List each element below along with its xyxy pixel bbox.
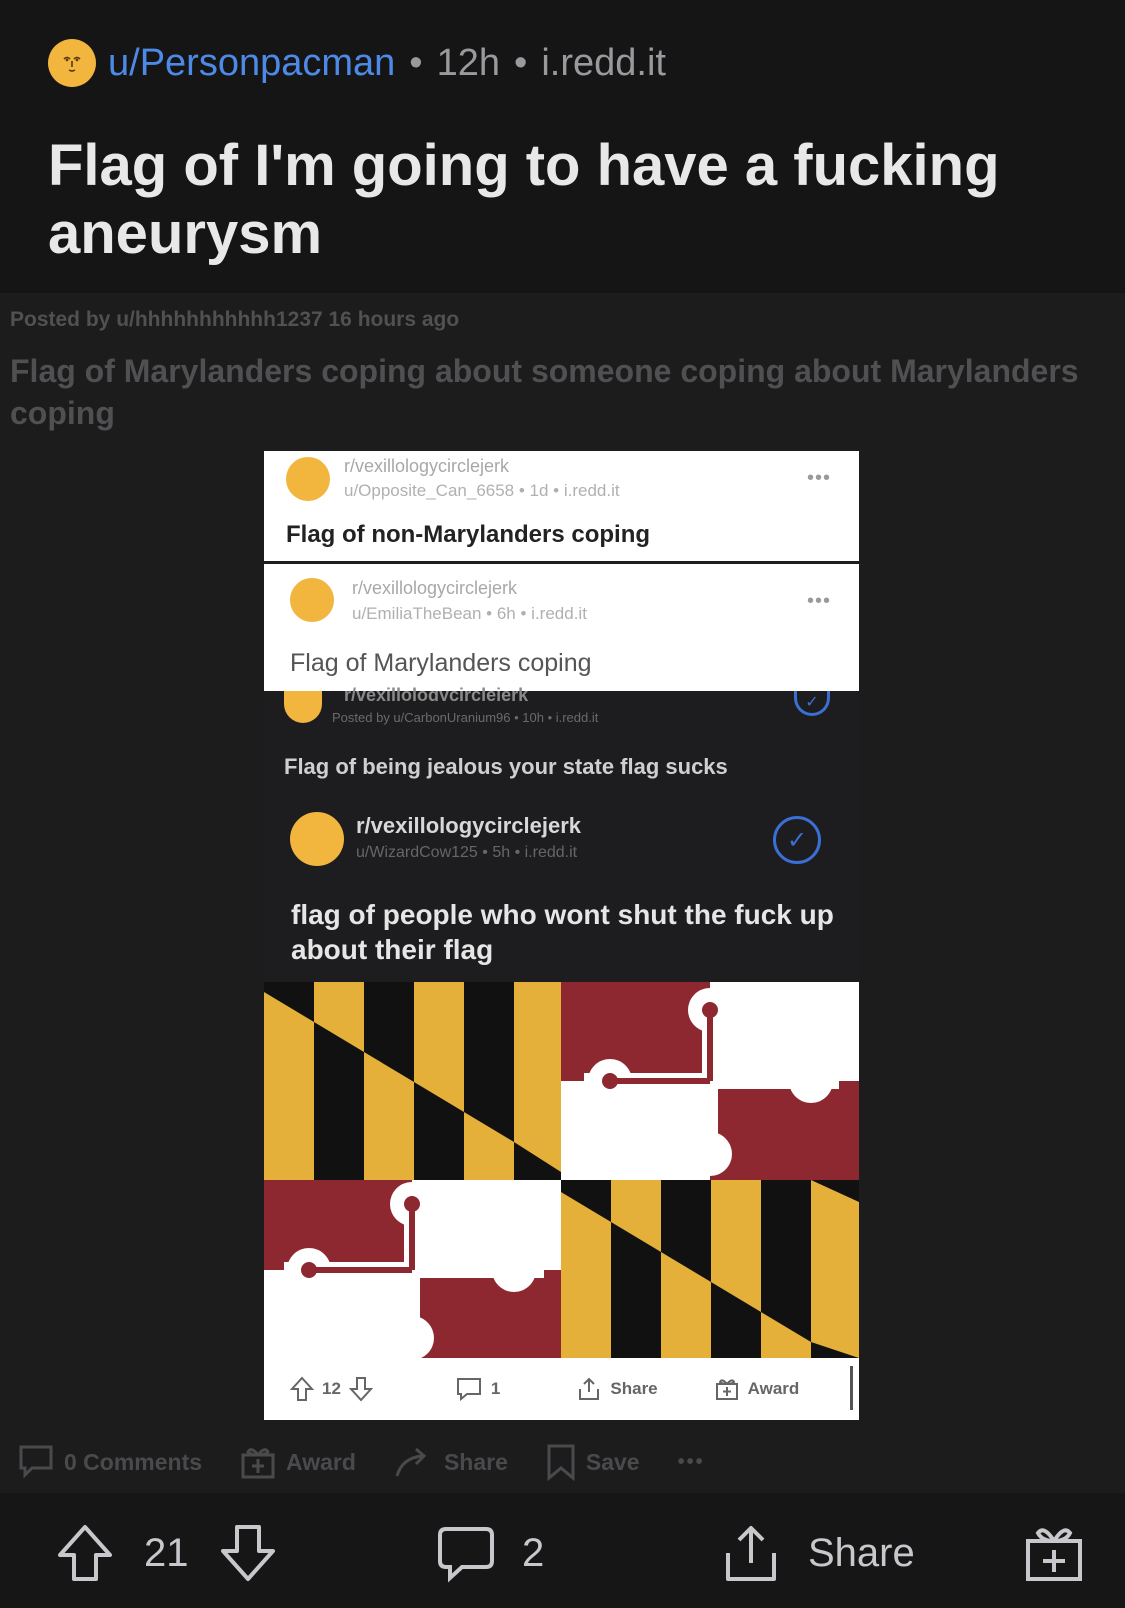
embedded-action-bar: 12 1 Share Award [264, 1358, 859, 1420]
subreddit-avatar [284, 691, 322, 723]
comment-icon [438, 1527, 494, 1583]
comments-label: 0 Comments [64, 1448, 203, 1475]
embedded-title: Flag of Marylanders coping [290, 649, 592, 677]
face-icon [63, 56, 81, 72]
embedded-vote-count: 12 [322, 1379, 341, 1398]
post-title: Flag of I'm going to have a fucking aneu… [48, 133, 1000, 266]
post-toolbar: 0 Comments Award Share Save ••• [18, 1437, 743, 1487]
separator-dot: • [409, 41, 423, 84]
comments-button[interactable]: 0 Comments [18, 1444, 202, 1480]
crosspost-title: Flag of Marylanders coping about someone… [10, 353, 1079, 431]
share-button[interactable]: Share [394, 1444, 508, 1480]
crosspost-byline: Posted by u/hhhhhhhhhhh1237 16 hours ago [10, 308, 460, 331]
separator-dot: • [514, 41, 528, 84]
post-domain-link[interactable]: i.redd.it [541, 42, 666, 85]
embedded-meta: u/WizardCow125 • 5h • i.redd.it [356, 844, 578, 861]
embedded-title: flag of people who wont shut the fuck up… [291, 899, 834, 965]
award-icon [715, 1379, 738, 1400]
downvote-icon[interactable] [219, 1523, 277, 1583]
post-meta-row: u/Personpacman • 12h • i.redd.it [48, 38, 666, 88]
share-action[interactable]: Share [722, 1521, 915, 1585]
award-label: Award [286, 1448, 356, 1475]
subreddit-avatar [290, 812, 344, 866]
award-button[interactable]: Award [240, 1444, 356, 1480]
downvote-icon [348, 1377, 373, 1402]
share-label: Share [808, 1530, 915, 1575]
embedded-meta: Posted by u/CarbonUranium96 • 10h • i.re… [332, 710, 599, 725]
award-action[interactable] [1024, 1521, 1084, 1585]
more-icon: ••• [806, 590, 831, 612]
comment-count: 2 [522, 1530, 545, 1575]
upvote-icon[interactable] [56, 1523, 114, 1583]
bookmark-icon [547, 1444, 575, 1481]
vote-control: 21 [56, 1521, 277, 1585]
embedded-subreddit: r/vexillologycirclejerk [344, 685, 529, 701]
share-icon [579, 1377, 600, 1400]
embedded-subreddit: r/vexillologycirclejerk [352, 578, 518, 598]
upvote-icon [290, 1376, 314, 1401]
share-arrow-icon [395, 1447, 427, 1477]
vote-count: 21 [144, 1530, 189, 1575]
more-options-button[interactable]: ••• [678, 1451, 705, 1474]
embedded-title: Flag of being jealous your state flag su… [284, 754, 728, 779]
gift-icon [1026, 1528, 1082, 1581]
comment-icon [456, 1378, 481, 1402]
embedded-title: Flag of non-Marylanders coping [286, 521, 651, 548]
more-icon: ••• [806, 467, 831, 489]
scrollbar [850, 1366, 853, 1410]
subreddit-avatar [290, 578, 334, 622]
share-label: Share [443, 1448, 508, 1475]
comments-action[interactable]: 2 [436, 1521, 544, 1585]
embedded-share-label: Share [610, 1379, 658, 1398]
embedded-meta: u/Opposite_Can_6658 • 1d • i.redd.it [344, 481, 620, 500]
comment-icon [19, 1445, 53, 1479]
check-icon: ✓ [773, 816, 821, 864]
post-author-link[interactable]: u/Personpacman [108, 42, 395, 85]
embedded-meta: u/EmiliaTheBean • 6h • i.redd.it [352, 604, 587, 623]
embedded-subreddit: r/vexillologycirclejerk [344, 456, 510, 476]
check-icon: ✓ [794, 691, 830, 716]
subreddit-avatar [286, 457, 330, 501]
maryland-flag-image [264, 982, 859, 1358]
post-image[interactable]: r/vexillologycirclejerk u/Opposite_Can_6… [264, 451, 859, 1420]
embedded-subreddit: r/vexillologycirclejerk [356, 813, 582, 838]
embedded-comment-count: 1 [490, 1379, 501, 1398]
save-button[interactable]: Save [546, 1443, 640, 1481]
award-icon [241, 1448, 275, 1479]
post-age: 12h [436, 41, 501, 84]
user-avatar[interactable] [48, 39, 96, 87]
save-label: Save [585, 1448, 640, 1475]
embedded-card: r/vexillologycirclejerk u/Opposite_Can_6… [264, 451, 859, 561]
embedded-award-label: Award [747, 1379, 800, 1398]
embedded-card: r/vexillologycirclejerk u/EmiliaTheBean … [264, 564, 859, 691]
share-icon [726, 1526, 776, 1581]
